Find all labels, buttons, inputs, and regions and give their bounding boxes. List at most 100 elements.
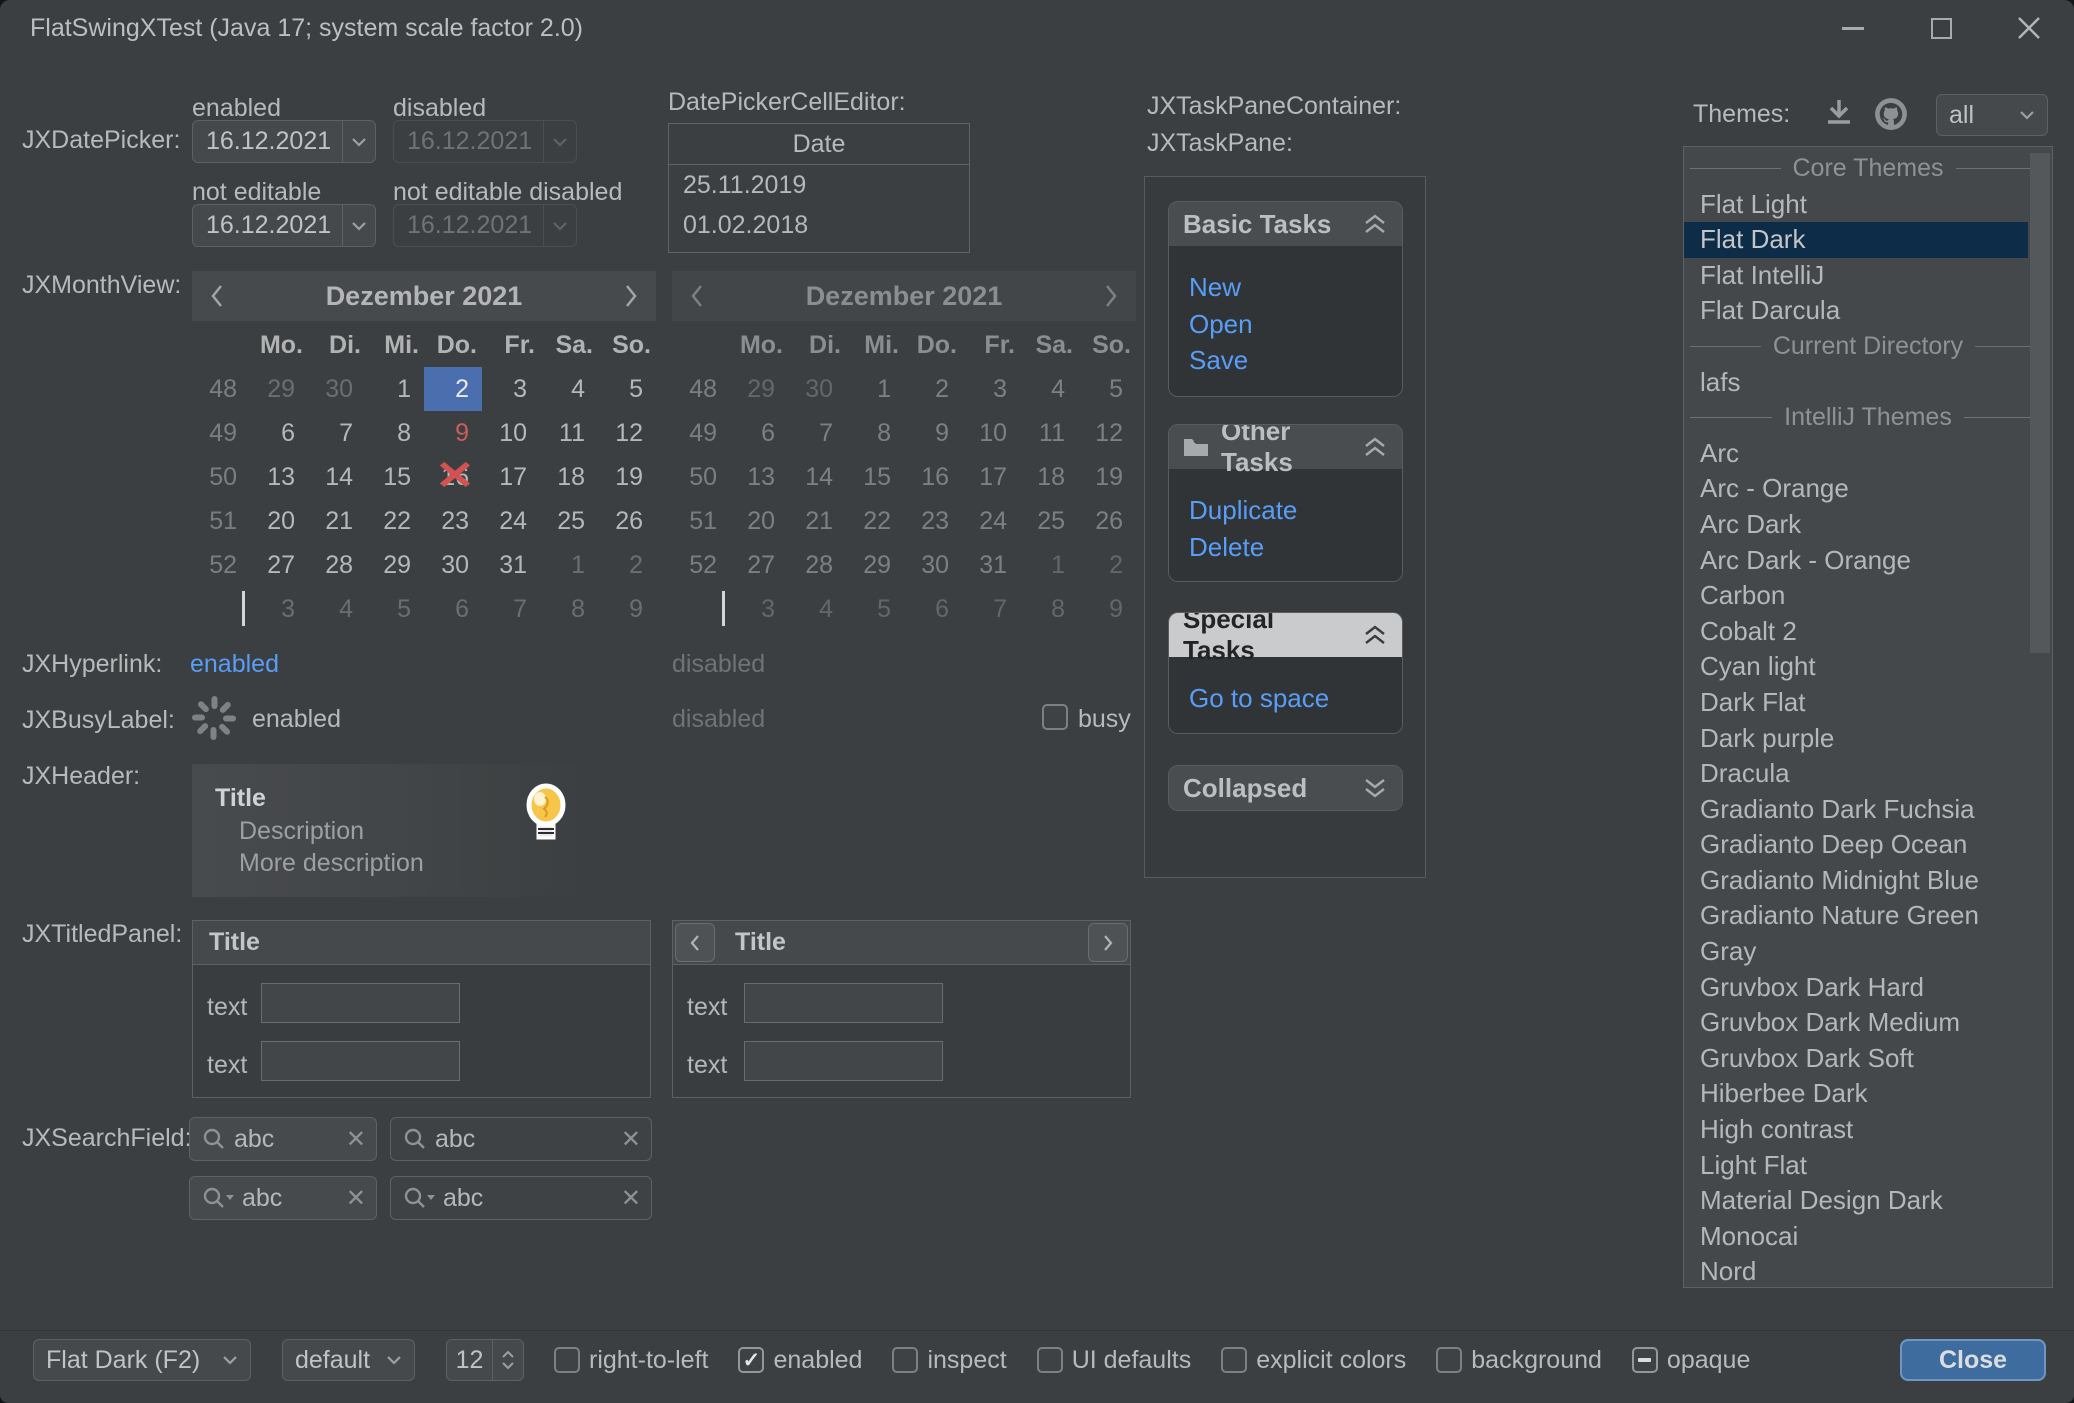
search-field[interactable]: abc ✕ [390,1117,652,1161]
calendar-day[interactable]: 30 [424,543,482,587]
calendar-day[interactable]: 1 [366,367,424,411]
calendar-day[interactable]: 20 [250,499,308,543]
theme-list-item[interactable]: Gray [1684,934,2052,970]
calendar-day[interactable]: 25 [540,499,598,543]
style-combo[interactable]: default [282,1339,415,1381]
calendar-day[interactable]: 12 [598,411,656,455]
calendar-day[interactable]: 17 [482,455,540,499]
table-row[interactable]: 01.02.2018 [669,205,969,245]
search-value[interactable]: abc [435,1125,613,1154]
theme-list-item[interactable]: Hiberbee Dark [1684,1076,2052,1112]
search-field-with-menu[interactable]: abc ✕ [189,1176,377,1220]
scrollbar-thumb[interactable] [2030,153,2050,653]
calendar-day[interactable]: 18 [540,455,598,499]
theme-list-item[interactable]: Flat Dark [1684,222,2028,258]
calendar-day[interactable]: 6 [250,411,308,455]
calendar-day[interactable]: 31 [482,543,540,587]
themes-filter-combo[interactable]: all [1936,94,2048,136]
checkbox-opaque[interactable] [1632,1347,1658,1373]
task-link[interactable]: Open [1189,306,1402,343]
theme-list-item[interactable]: Arc [1684,436,2052,472]
search-menu-icon[interactable] [403,1186,435,1210]
calendar-day[interactable]: 2 [424,367,482,411]
search-value[interactable]: abc [242,1184,338,1213]
clear-icon[interactable]: ✕ [346,1184,366,1213]
search-value[interactable]: abc [443,1184,613,1213]
busy-checkbox[interactable] [1042,704,1068,730]
clear-icon[interactable]: ✕ [621,1125,641,1154]
taskpane-header[interactable]: Other Tasks [1169,425,1402,469]
calendar-day[interactable]: 2 [598,543,656,587]
calendar-day[interactable]: 4 [540,367,598,411]
previous-month-button[interactable] [192,283,242,309]
calendar-day[interactable]: 8 [366,411,424,455]
search-value[interactable]: abc [234,1125,338,1154]
checkbox-ui-defaults[interactable] [1037,1347,1063,1373]
text-input[interactable] [744,983,943,1023]
text-input[interactable] [261,1041,460,1081]
close-button[interactable]: Close [1900,1339,2046,1381]
theme-list-item[interactable]: Dracula [1684,756,2052,792]
calendar-day[interactable]: 15 [366,455,424,499]
theme-list-item[interactable]: Gradianto Midnight Blue [1684,863,2052,899]
calendar-day[interactable]: 7 [308,411,366,455]
text-input[interactable] [744,1041,943,1081]
taskpane-header[interactable]: Basic Tasks [1169,202,1402,246]
calendar-day[interactable]: 21 [308,499,366,543]
task-link[interactable]: Go to space [1189,680,1402,717]
datepicker-dropdown-button[interactable] [342,121,375,162]
theme-list-item[interactable]: Gradianto Dark Fuchsia [1684,792,2052,828]
taskpane-header[interactable]: Collapsed [1169,766,1402,810]
datepicker-field-not-editable[interactable]: 16.12.2021 [192,204,376,247]
theme-list-item[interactable]: Arc Dark - Orange [1684,543,2052,579]
date-value[interactable]: 16.12.2021 [193,127,342,156]
calendar-day[interactable]: 30 [308,367,366,411]
task-link[interactable]: Delete [1189,529,1402,566]
calendar-day[interactable]: 5 [598,367,656,411]
theme-list-item[interactable]: High contrast [1684,1112,2052,1148]
theme-list-item[interactable]: Flat IntelliJ [1684,258,2052,294]
calendar-day[interactable]: 8 [540,587,598,631]
theme-list-item[interactable]: Cobalt 2 [1684,614,2052,650]
calendar-day[interactable]: 29 [366,543,424,587]
calendar-day[interactable]: 27 [250,543,308,587]
minimize-button[interactable] [1818,0,1888,56]
maximize-button[interactable] [1906,0,1976,56]
calendar-day[interactable]: 10 [482,411,540,455]
titledpanel-next-button[interactable] [1088,923,1128,962]
calendar-day[interactable]: 19 [598,455,656,499]
calendar-day[interactable]: 22 [366,499,424,543]
checkbox-explicit-colors[interactable] [1221,1347,1247,1373]
theme-list-item[interactable]: Flat Darcula [1684,293,2052,329]
taskpane-header[interactable]: Special Tasks [1169,613,1402,657]
theme-list-item[interactable]: lafs [1684,365,2052,401]
calendar-day[interactable]: 26 [598,499,656,543]
clear-icon[interactable]: ✕ [621,1184,641,1213]
text-input[interactable] [261,983,460,1023]
calendar-day[interactable]: 24 [482,499,540,543]
theme-list-item[interactable]: Arc - Orange [1684,471,2052,507]
github-icon[interactable] [1874,97,1908,131]
calendar-day[interactable]: 28 [308,543,366,587]
calendar-day[interactable]: 3 [482,367,540,411]
theme-list-item[interactable]: Dark purple [1684,721,2052,757]
theme-list-item[interactable]: Nord [1684,1254,2052,1288]
datepicker-field-enabled[interactable]: 16.12.2021 [192,120,376,163]
search-field-with-menu[interactable]: abc ✕ [390,1176,652,1220]
table-column-header[interactable]: Date [669,124,969,165]
search-menu-icon[interactable] [202,1186,234,1210]
theme-list-item[interactable]: Gradianto Nature Green [1684,898,2052,934]
checkbox-inspect[interactable] [892,1347,918,1373]
calendar-day[interactable]: 11 [540,411,598,455]
next-month-button[interactable] [606,283,656,309]
laf-combo[interactable]: Flat Dark (F2) [33,1339,251,1381]
calendar-day[interactable]: 1 [540,543,598,587]
task-link[interactable]: New [1189,269,1402,306]
theme-list-item[interactable]: Cyan light [1684,649,2052,685]
calendar-day[interactable]: 5 [366,587,424,631]
theme-list-item[interactable]: Light Flat [1684,1148,2052,1184]
checkbox-right-to-left[interactable] [554,1347,580,1373]
calendar-day[interactable]: 4 [308,587,366,631]
clear-icon[interactable]: ✕ [346,1125,366,1154]
titledpanel-prev-button[interactable] [675,923,715,962]
